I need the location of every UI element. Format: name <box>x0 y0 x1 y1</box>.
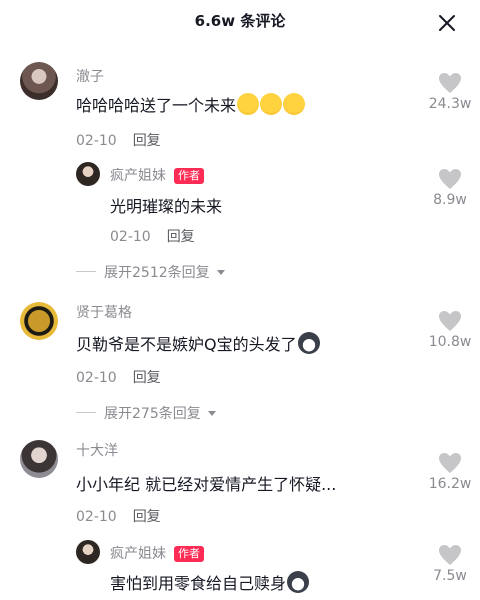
reply-button[interactable]: 回复 <box>133 370 161 386</box>
like-button[interactable]: 24.3w <box>420 72 480 112</box>
laugh-cry-emoji <box>283 93 306 115</box>
expand-replies-button[interactable]: 展开2512条回复 <box>76 262 226 282</box>
comment-author[interactable]: 澈子 <box>76 66 104 86</box>
close-icon[interactable] <box>436 12 458 34</box>
husky-emoji <box>287 571 310 593</box>
avatar[interactable] <box>20 302 58 340</box>
heart-icon <box>439 311 461 331</box>
reply-text: 光明璀璨的未来 <box>110 197 223 216</box>
like-count: 24.3w <box>428 96 472 112</box>
expand-replies-label: 展开2512条回复 <box>104 265 210 281</box>
comment-meta: 02-10 回复 <box>76 367 161 387</box>
laugh-cry-emoji <box>260 93 283 115</box>
avatar[interactable] <box>20 62 58 100</box>
reply-meta: 02-10 回复 <box>110 226 195 246</box>
reply-button[interactable]: 回复 <box>133 509 161 525</box>
divider <box>76 271 96 272</box>
comment-meta: 02-10 回复 <box>76 130 161 150</box>
reply-author[interactable]: 疯产姐妹 作者 <box>110 543 204 563</box>
heart-icon <box>439 453 461 473</box>
like-button[interactable]: 16.2w <box>420 452 480 492</box>
comment-date: 02-10 <box>76 133 117 149</box>
reply-date: 02-10 <box>110 229 151 245</box>
reply-button[interactable]: 回复 <box>133 133 161 149</box>
author-badge: 作者 <box>174 168 204 184</box>
avatar[interactable] <box>76 540 100 564</box>
comment-author[interactable]: 十大洋 <box>76 440 118 460</box>
reply-button[interactable]: 回复 <box>167 229 195 245</box>
comment-text: 小小年纪 就已经对爱情产生了怀疑... <box>76 475 337 494</box>
husky-emoji <box>297 332 320 354</box>
chevron-down-icon <box>217 270 226 275</box>
like-button[interactable]: 7.5w <box>420 544 480 584</box>
like-button[interactable]: 10.8w <box>420 310 480 350</box>
comment-text: 哈哈哈哈送了一个未来 <box>76 92 306 116</box>
expand-replies-button[interactable]: 展开275条回复 <box>76 403 217 423</box>
chevron-down-icon <box>208 411 217 416</box>
comments-header: 6.6w 条评论 <box>0 0 480 40</box>
like-count: 16.2w <box>428 476 472 492</box>
comment-meta: 02-10 回复 <box>76 506 161 526</box>
comment-count-title: 6.6w 条评论 <box>194 12 286 30</box>
comment-date: 02-10 <box>76 509 117 525</box>
comment-author[interactable]: 贤于葛格 <box>76 302 132 322</box>
avatar[interactable] <box>20 440 58 478</box>
comment-text-content: 哈哈哈哈送了一个未来 <box>76 96 237 115</box>
like-count: 8.9w <box>433 192 467 208</box>
comment-text-content: 贝勒爷是不是嫉妒Q宝的头发了 <box>76 335 297 354</box>
reply-text-content: 害怕到用零食给自己赎身 <box>110 574 287 593</box>
comment-date: 02-10 <box>76 370 117 386</box>
like-count: 7.5w <box>433 568 467 584</box>
heart-icon <box>439 169 461 189</box>
reply-text: 害怕到用零食给自己赎身 <box>110 570 310 594</box>
expand-replies-label: 展开275条回复 <box>104 406 201 422</box>
comment-text: 贝勒爷是不是嫉妒Q宝的头发了 <box>76 331 320 355</box>
divider <box>76 412 96 413</box>
reply-author[interactable]: 疯产姐妹 作者 <box>110 165 204 185</box>
heart-icon <box>439 545 461 565</box>
author-badge: 作者 <box>174 546 204 562</box>
laugh-cry-emoji <box>237 93 260 115</box>
like-button[interactable]: 8.9w <box>420 168 480 208</box>
avatar[interactable] <box>76 162 100 186</box>
like-count: 10.8w <box>428 334 472 350</box>
heart-icon <box>439 73 461 93</box>
